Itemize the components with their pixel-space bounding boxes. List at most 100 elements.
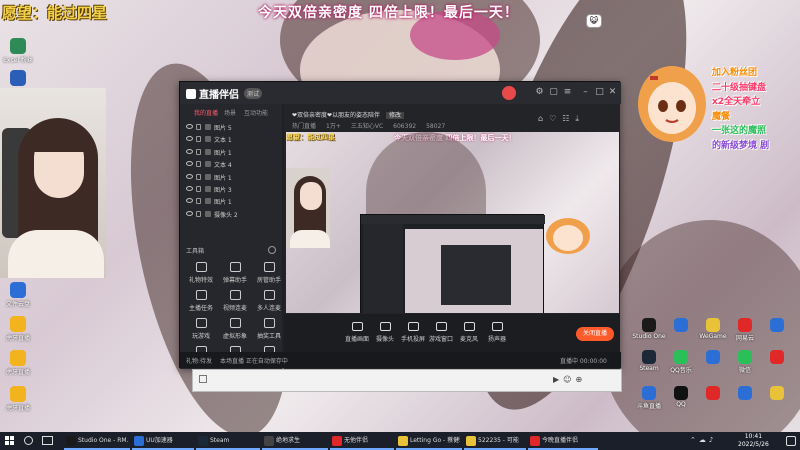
tool-button[interactable]: 房管助手 — [252, 260, 286, 290]
tab-0[interactable]: 我的直播 — [194, 108, 218, 117]
desktop-app-icon[interactable] — [738, 386, 752, 400]
source-button[interactable]: 麦克风 — [456, 322, 482, 343]
lock-icon[interactable] — [196, 198, 201, 205]
desktop-app-icon[interactable] — [706, 318, 720, 332]
eye-icon[interactable] — [186, 173, 193, 179]
more-tools-icon[interactable] — [268, 246, 276, 254]
layer-row[interactable]: 图片 5 — [184, 122, 280, 134]
desktop-app-icon[interactable] — [10, 316, 26, 332]
lock-icon[interactable] — [196, 173, 201, 180]
lock-icon[interactable] — [196, 186, 201, 192]
taskbar-app[interactable]: 今晚直播伴侣 — [528, 432, 598, 450]
eye-icon[interactable] — [186, 186, 193, 191]
source-button[interactable]: 摄像头 — [372, 322, 398, 343]
clock[interactable]: 10:41 2022/5/26 — [738, 433, 769, 449]
taskbar-app-label: 今晚直播伴侣 — [542, 437, 579, 444]
tool-button[interactable]: 弹幕助手 — [218, 260, 252, 290]
tab-2[interactable]: 互动功能 — [244, 108, 268, 117]
eye-icon[interactable] — [186, 210, 193, 216]
notification-icon[interactable] — [786, 436, 796, 446]
windows-start-icon[interactable] — [5, 436, 15, 446]
maximize-icon[interactable]: □ — [594, 87, 605, 97]
tray-icons[interactable]: ⌃☁♪ — [690, 436, 716, 444]
desktop-app-icon[interactable] — [706, 386, 720, 400]
eye-icon[interactable] — [186, 136, 193, 142]
eye-icon[interactable] — [186, 124, 193, 129]
taskbar-app[interactable]: Studio One - RM... — [64, 432, 130, 450]
eye-icon[interactable] — [186, 198, 193, 204]
source-button[interactable]: 扬声器 — [484, 322, 510, 343]
desktop-app-icon[interactable] — [642, 350, 656, 364]
close-icon[interactable]: ✕ — [607, 87, 618, 97]
tab-1[interactable]: 场景 — [224, 108, 236, 117]
layer-name: 图片 3 — [214, 187, 232, 194]
taskbar-app[interactable]: 522235 - 可能 — [464, 432, 526, 450]
desktop-app-icon[interactable] — [770, 386, 784, 400]
desktop-app-icon[interactable] — [10, 386, 26, 402]
layer-row[interactable]: 图片 3 — [184, 184, 280, 196]
eye-icon[interactable] — [186, 148, 193, 154]
source-label: 直播画面 — [344, 336, 369, 343]
avatar[interactable] — [502, 86, 516, 100]
tool-button[interactable]: 虚拟形象 — [218, 316, 252, 346]
lock-icon[interactable] — [196, 210, 201, 217]
taskbar-app[interactable]: 无他伴侣 — [330, 432, 394, 450]
settings-icon[interactable]: ⚙ — [534, 87, 545, 97]
layer-row[interactable]: 文本 4 — [184, 159, 280, 171]
desktop-app-icon[interactable] — [738, 318, 752, 332]
tool-button[interactable]: 主播任务 — [184, 288, 218, 318]
layer-row[interactable]: 图片 1 — [184, 172, 280, 184]
tool-button[interactable]: 视频连麦 — [218, 288, 252, 318]
layer-row[interactable]: 图片 1 — [184, 196, 280, 208]
taskbar-app[interactable]: Steam — [196, 432, 260, 450]
tool-button[interactable]: 抽奖工具 — [252, 316, 286, 346]
edit-title-button[interactable]: 修改 — [385, 112, 404, 119]
desktop-app-icon[interactable] — [770, 350, 784, 364]
lock-icon[interactable] — [196, 148, 201, 155]
menu-icon[interactable]: ≡ — [562, 87, 573, 97]
tool-label: 视频连麦 — [222, 305, 247, 312]
desktop-app-icon[interactable] — [10, 282, 26, 298]
desktop-app-icon[interactable] — [642, 318, 656, 332]
source-button[interactable]: 游戏窗口 — [428, 322, 454, 343]
desktop-app-icon[interactable] — [10, 350, 26, 366]
taskbar-app[interactable]: Letting Go - 蔡健雅 — [396, 432, 462, 450]
desktop-app-icon[interactable] — [770, 318, 784, 332]
task-view-icon[interactable] — [42, 436, 53, 445]
desktop-app-icon[interactable] — [674, 350, 688, 364]
desktop-app-icon[interactable] — [674, 318, 688, 332]
share-icon[interactable]: ▢ — [548, 87, 559, 97]
desktop-app-icon[interactable] — [674, 386, 688, 400]
search-icon[interactable] — [24, 436, 33, 445]
eye-icon[interactable] — [186, 161, 193, 167]
tool-button[interactable]: 玩游戏 — [184, 316, 218, 346]
nested-preview-window — [360, 214, 545, 313]
minimize-icon[interactable]: – — [580, 87, 591, 97]
tool-button[interactable]: 多人连麦 — [252, 288, 286, 318]
preview-actions-icon[interactable]: ⌂♡☷⤓ — [538, 114, 585, 124]
desktop-app-icon[interactable] — [10, 38, 26, 54]
lock-icon[interactable] — [196, 136, 201, 143]
layer-type-icon — [205, 186, 211, 192]
layer-row[interactable]: 文本 1 — [184, 134, 280, 146]
layer-row[interactable]: 图片 1 — [184, 147, 280, 159]
desktop-app-icon[interactable] — [642, 386, 656, 400]
stream-canvas[interactable]: 愿望：能过四星 今天双倍亲密度 四倍上限！最后一天！ — [286, 132, 619, 313]
taskbar-app[interactable]: 绝地求生 — [262, 432, 328, 450]
chat-input-window[interactable]: ▶☺⊕ — [192, 369, 622, 392]
taskbar-app-label: Studio One - RM... — [78, 437, 128, 444]
desktop-app-icon[interactable] — [738, 350, 752, 364]
source-button[interactable]: 手机投屏 — [400, 322, 426, 343]
layer-row[interactable]: 摄像头 2 — [184, 209, 280, 221]
desktop-app-icon[interactable] — [10, 70, 26, 86]
desktop-app-icon[interactable] — [706, 350, 720, 364]
taskbar-app[interactable]: UU加速器 — [132, 432, 194, 450]
stop-live-button[interactable]: 关闭直播 — [576, 327, 614, 341]
chat-actions-icon[interactable]: ▶☺⊕ — [553, 375, 593, 385]
source-button[interactable]: 直播画面 — [344, 322, 370, 343]
lock-icon[interactable] — [196, 124, 201, 130]
tool-button[interactable]: 礼物特效 — [184, 260, 218, 290]
stream-tag: 三五知心VC — [350, 123, 384, 130]
lock-icon[interactable] — [196, 161, 201, 168]
menu-icon[interactable] — [199, 375, 207, 383]
